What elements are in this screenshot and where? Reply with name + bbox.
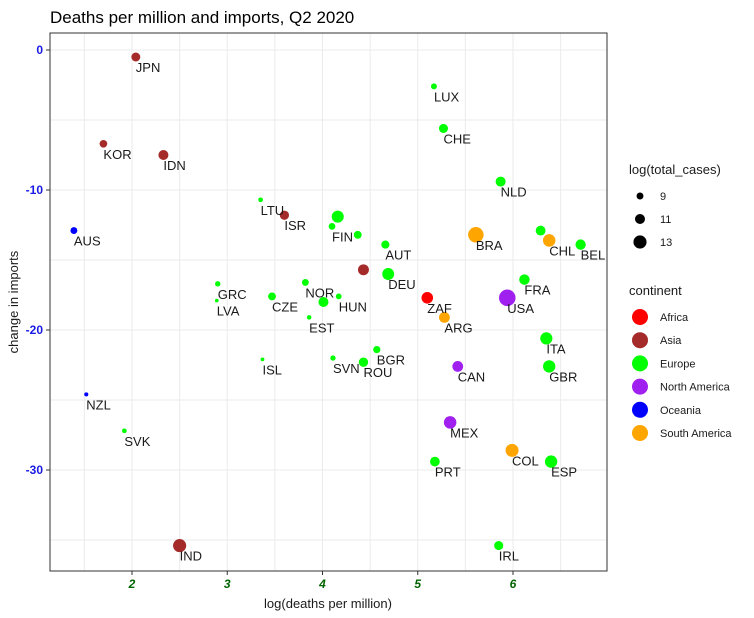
point-label: FIN	[332, 229, 353, 244]
size-legend-label: 11	[660, 214, 671, 226]
data-point	[122, 428, 127, 434]
y-tick-label: 0	[36, 43, 43, 57]
data-point	[535, 225, 546, 236]
color-legend-label: South America	[660, 428, 732, 440]
point-label: IND	[180, 549, 202, 564]
point-label: BRA	[476, 238, 503, 253]
point-label: BEL	[581, 248, 606, 263]
point-label: BGR	[377, 353, 405, 368]
point-label: CAN	[458, 369, 485, 384]
y-tick-label: -30	[26, 463, 44, 477]
point-label: USA	[507, 301, 534, 316]
point-label: ISL	[262, 362, 282, 377]
data-point	[330, 355, 336, 361]
point-label: CZE	[272, 299, 298, 314]
y-axis-title: change in imports	[6, 250, 21, 353]
point-label: NZL	[86, 397, 111, 412]
size-legend-label: 13	[660, 237, 672, 249]
point-label: JPN	[136, 60, 161, 75]
data-point	[258, 197, 263, 203]
size-legend-key	[634, 213, 646, 225]
point-label: LTU	[261, 203, 285, 218]
point-label: ITA	[546, 341, 566, 356]
point-label: CHL	[549, 243, 575, 258]
color-legend-key	[632, 332, 648, 349]
data-point	[357, 264, 369, 276]
color-legend-label: Europe	[660, 358, 695, 370]
size-legend-key	[633, 235, 647, 249]
color-legend-label: North America	[660, 382, 731, 394]
point-label: EST	[309, 320, 334, 335]
point-label: CHE	[443, 131, 471, 146]
point-label: NOR	[305, 285, 334, 300]
data-point	[260, 357, 265, 362]
data-point	[331, 210, 344, 223]
point-label: FRA	[524, 283, 550, 298]
data-point	[353, 230, 362, 239]
color-legend-label: Africa	[660, 312, 689, 324]
point-label: PRT	[435, 465, 461, 480]
color-legend-title: continent	[629, 283, 682, 298]
point-label: LVA	[217, 304, 240, 319]
size-legend-label: 9	[660, 191, 666, 203]
x-axis: 2 3 4 5 6	[128, 571, 517, 591]
point-label: SVK	[124, 434, 150, 449]
point-label: GRC	[218, 287, 247, 302]
point-label: DEU	[388, 277, 415, 292]
color-legend-label: Asia	[660, 335, 682, 347]
size-legend: log(total_cases) 9 11 13	[629, 162, 721, 249]
point-label: HUN	[339, 299, 367, 314]
point-label: ESP	[551, 465, 577, 480]
point-label: GBR	[549, 369, 577, 384]
color-legend-label: Oceania	[660, 405, 702, 417]
point-label: AUS	[74, 234, 101, 249]
point-label: AUT	[385, 248, 411, 263]
scatter-chart: Deaths per million and imports, Q2 2020 …	[6, 8, 732, 611]
data-point	[306, 315, 312, 320]
data-point	[84, 392, 89, 397]
point-label: NLD	[501, 185, 527, 200]
color-legend-key	[632, 378, 648, 395]
point-label: ISR	[284, 218, 306, 233]
color-legend: continent Africa Asia Europe North America O…	[629, 283, 732, 441]
size-legend-key	[636, 192, 644, 200]
color-legend-key	[632, 425, 648, 441]
x-tick-label: 6	[510, 577, 517, 591]
x-axis-title: log(deaths per million)	[264, 596, 392, 611]
x-tick-label: 3	[224, 577, 231, 591]
y-axis: 0 -10 -20 -30	[26, 43, 50, 477]
chart-title: Deaths per million and imports, Q2 2020	[50, 8, 354, 27]
color-legend-key	[632, 401, 648, 418]
point-label: ARG	[444, 320, 472, 335]
point-label: KOR	[103, 147, 131, 162]
y-tick-label: -20	[26, 323, 44, 337]
point-label: IRL	[499, 549, 519, 564]
point-labels: JPN KOR IDN AUS NZL SVK IND LTUISR FIN AUT DEU GRC L…	[74, 60, 605, 564]
y-tick-label: -10	[26, 183, 44, 197]
point-label: IDN	[163, 158, 185, 173]
point-label: COL	[512, 453, 539, 468]
color-legend-key	[632, 355, 648, 372]
size-legend-title: log(total_cases)	[629, 162, 721, 177]
point-label: SVN	[333, 361, 360, 376]
x-tick-label: 5	[414, 577, 421, 591]
data-point	[215, 281, 221, 287]
point-label: ZAF	[427, 301, 452, 316]
x-tick-label: 2	[128, 577, 136, 591]
x-tick-label: 4	[318, 577, 326, 591]
point-label: MEX	[450, 425, 479, 440]
color-legend-key	[632, 309, 648, 325]
point-label: LUX	[434, 89, 460, 104]
